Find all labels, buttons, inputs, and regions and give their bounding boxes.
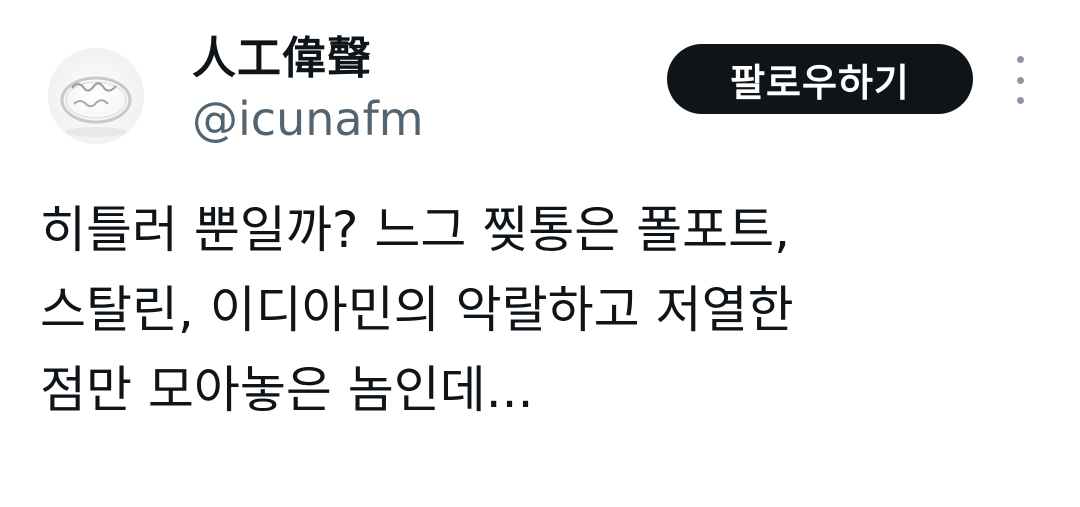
tweet-text-line: 히틀러 뿐일까? 느그 찢통은 폴포트, bbox=[40, 201, 791, 259]
author-handle[interactable]: @icunafm bbox=[192, 92, 424, 146]
follow-button[interactable]: 팔로우하기 bbox=[667, 44, 973, 114]
tweet-text-line: 점만 모아놓은 놈인데... bbox=[40, 361, 534, 419]
tweet-text: 히틀러 뿐일까? 느그 찢통은 폴포트, 스탈린, 이디아민의 악랄하고 저열한… bbox=[40, 190, 1050, 430]
more-vertical-icon bbox=[1016, 97, 1024, 104]
ring-avatar-icon bbox=[48, 48, 144, 144]
author-avatar[interactable] bbox=[48, 48, 144, 144]
tweet-card: 人工偉聲 @icunafm 팔로우하기 히틀러 뿐일까? 느그 찢통은 폴포트,… bbox=[0, 0, 1080, 507]
more-vertical-icon bbox=[1016, 56, 1024, 63]
more-options-button[interactable] bbox=[1004, 56, 1036, 104]
author-display-name[interactable]: 人工偉聲 bbox=[192, 22, 372, 86]
tweet-text-line: 스탈린, 이디아민의 악랄하고 저열한 bbox=[40, 281, 794, 339]
more-vertical-icon bbox=[1016, 76, 1024, 84]
